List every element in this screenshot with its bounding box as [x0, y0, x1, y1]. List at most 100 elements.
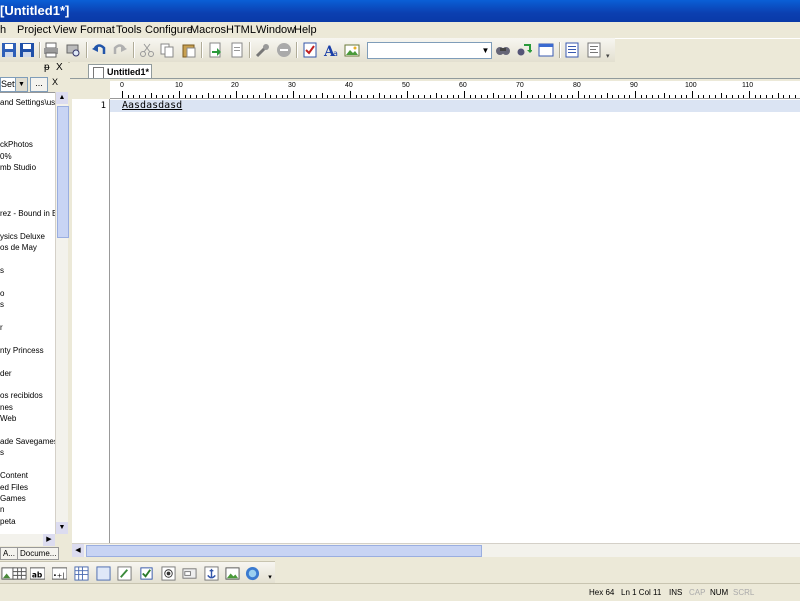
close-icon[interactable]: X — [52, 77, 58, 87]
scroll-down-icon[interactable]: ▼ — [56, 522, 68, 534]
ruler-tick — [184, 95, 186, 98]
nbsp-icon[interactable]: •+| — [51, 565, 67, 581]
text-editor[interactable]: Aasdasdasd — [110, 99, 800, 543]
pin-icon[interactable]: ᵽ — [44, 62, 50, 73]
list-item[interactable]: Games — [0, 493, 26, 504]
menu-item-configure[interactable]: Configure — [145, 23, 193, 37]
export-icon[interactable] — [206, 41, 224, 59]
bold-text-icon[interactable]: ab — [29, 565, 45, 581]
list-item[interactable]: Content — [0, 470, 28, 481]
tab-documents[interactable]: Docume... — [17, 547, 60, 560]
replace-icon[interactable] — [515, 41, 533, 59]
image-icon[interactable] — [343, 41, 361, 59]
menu-item-tools[interactable]: Tools — [116, 23, 142, 37]
file-list[interactable]: and Settings\us ckPhotos 0% mb Studio re… — [0, 92, 55, 535]
list-item[interactable]: and Settings\us — [0, 97, 55, 108]
list-item[interactable]: ysics Deluxe — [0, 231, 45, 242]
grid-icon[interactable] — [73, 565, 89, 581]
chevron-down-icon[interactable]: ▼ — [15, 77, 28, 92]
window-icon[interactable] — [537, 41, 555, 59]
list-item[interactable]: nes — [0, 402, 13, 413]
list-item[interactable]: o — [0, 288, 4, 299]
ruler-tick — [213, 95, 215, 98]
list-item[interactable]: os de May — [0, 242, 37, 253]
menu-item-search[interactable]: h — [0, 23, 6, 37]
menu-item-format[interactable]: Format — [80, 23, 115, 37]
find-icon[interactable] — [494, 41, 512, 59]
redo-icon[interactable] — [111, 41, 129, 59]
paste-icon[interactable] — [180, 41, 198, 59]
tab-untitled1[interactable]: Untitled1* — [88, 64, 152, 79]
list-item[interactable]: s — [0, 299, 4, 310]
radio-icon[interactable] — [160, 565, 176, 581]
list-item[interactable]: os recibidos — [0, 390, 43, 401]
list-item[interactable]: Web — [0, 413, 16, 424]
undo-icon[interactable] — [90, 41, 108, 59]
chevron-down-icon[interactable]: ▼ — [480, 43, 491, 58]
ruler-tick — [167, 95, 169, 98]
picture-icon[interactable] — [224, 565, 240, 581]
list-item[interactable]: ed Files — [0, 482, 28, 493]
menu-item-help[interactable]: Help — [294, 23, 317, 37]
editor-text[interactable]: Aasdasdasd — [122, 99, 182, 113]
list-item[interactable]: rez - Bound in B — [0, 208, 55, 219]
stop-icon[interactable] — [275, 41, 293, 59]
menu-item-view[interactable]: View — [53, 23, 77, 37]
tab-a[interactable]: A... — [0, 547, 19, 560]
editor-hscrollbar[interactable]: ◀ — [72, 543, 800, 557]
table-icon[interactable] — [11, 565, 27, 581]
browse-button[interactable]: ... — [30, 77, 48, 92]
list-item[interactable]: mb Studio — [0, 162, 36, 173]
list-item[interactable]: peta — [0, 516, 16, 527]
ruler-tick — [122, 91, 123, 98]
checkbox-icon[interactable] — [138, 565, 154, 581]
print-preview-icon[interactable] — [64, 41, 82, 59]
ruler-tick — [680, 95, 682, 98]
list-item[interactable]: ade Savegames — [0, 436, 55, 447]
list-item[interactable]: nty Princess — [0, 345, 44, 356]
list-item[interactable]: ckPhotos — [0, 139, 33, 150]
scroll-thumb[interactable] — [86, 545, 482, 557]
search-combo[interactable]: ▼ — [367, 42, 492, 59]
anchor-icon[interactable] — [203, 565, 219, 581]
browser-preview-icon[interactable] — [244, 565, 260, 581]
list-item[interactable]: s — [0, 265, 4, 276]
menu-item-macros[interactable]: Macros — [190, 23, 226, 37]
ruler-tick — [674, 95, 676, 98]
list-item[interactable]: der — [0, 368, 12, 379]
ruler-tick — [783, 95, 785, 98]
scroll-right-icon[interactable]: ▶ — [43, 534, 55, 546]
pencil-icon[interactable] — [116, 565, 132, 581]
menu-item-project[interactable]: Project — [17, 23, 51, 37]
spellcheck-icon[interactable] — [301, 41, 319, 59]
tab-divider — [70, 78, 800, 79]
cut-icon[interactable] — [138, 41, 156, 59]
close-panel-icon[interactable]: X — [56, 62, 63, 73]
frame-icon[interactable] — [95, 565, 111, 581]
ruler-tick — [133, 95, 135, 98]
list-icon[interactable] — [563, 41, 581, 59]
form-icon[interactable] — [181, 565, 197, 581]
font-icon[interactable]: Aa — [322, 41, 340, 59]
list-item[interactable]: 0% — [0, 151, 12, 162]
scroll-up-icon[interactable]: ▲ — [56, 92, 68, 104]
toolbar-overflow-icon[interactable]: ▾ — [606, 52, 610, 60]
save-icon[interactable] — [0, 41, 18, 59]
print-icon[interactable] — [42, 41, 60, 59]
save-all-icon[interactable] — [18, 41, 36, 59]
list-item[interactable]: r — [0, 322, 3, 333]
copy-icon[interactable] — [158, 41, 176, 59]
ruler-label: 110 — [742, 82, 754, 89]
ruler-tick — [304, 95, 306, 98]
list-item[interactable]: s — [0, 447, 4, 458]
menu-item-html[interactable]: HTML — [226, 23, 256, 37]
import-icon[interactable] — [228, 41, 246, 59]
file-list-scrollbar[interactable]: ▲ ▼ — [55, 92, 69, 534]
scroll-left-icon[interactable]: ◀ — [72, 544, 84, 557]
properties-icon[interactable] — [585, 41, 603, 59]
list-item[interactable]: n — [0, 504, 4, 515]
file-list-hscrollbar[interactable]: ▶ — [0, 534, 55, 546]
scroll-thumb[interactable] — [57, 106, 69, 238]
wrench-icon[interactable] — [254, 41, 272, 59]
menu-item-window[interactable]: Window — [256, 23, 295, 37]
